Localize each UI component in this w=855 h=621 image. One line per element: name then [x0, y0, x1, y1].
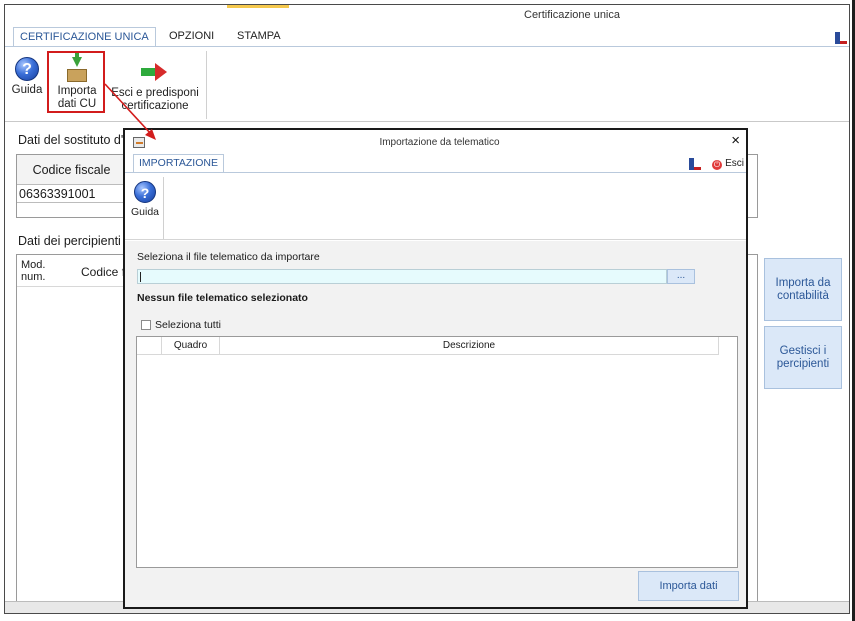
dialog-ribbon-separator [163, 177, 164, 239]
no-file-message: Nessun file telematico selezionato [137, 292, 308, 304]
dialog-guida-label: Guida [130, 206, 160, 218]
importa-contabilita-label-1: Importa da [775, 276, 831, 289]
grid-row-divider [17, 286, 127, 287]
esci-label-2: certificazione [121, 100, 189, 112]
help-icon: ? [15, 57, 39, 81]
importa-contabilita-label-2: contabilità [777, 289, 829, 302]
importa-da-contabilita-button[interactable]: Importa da contabilità [764, 258, 842, 321]
importa-highlight-box [47, 51, 105, 113]
dialog-guida-button[interactable]: ? Guida [129, 181, 161, 219]
importa-dati-button[interactable]: Importa dati [638, 571, 739, 601]
esci-label: Esci [725, 158, 744, 169]
close-icon[interactable]: × [731, 133, 740, 149]
text-caret [140, 272, 141, 282]
exit-arrow-icon [141, 63, 169, 81]
select-all-checkbox[interactable]: Seleziona tutti [141, 319, 221, 331]
main-ribbon: ? Guida Importa dati CU Esci e predispon… [5, 46, 849, 122]
codice-fiscale-value[interactable]: 06363391001 [17, 186, 127, 203]
import-dialog: Importazione da telematico × IMPORTAZION… [123, 128, 748, 609]
tab-certificazione-unica[interactable]: CERTIFICAZIONE UNICA [13, 27, 156, 47]
gestisci-label-2: percipienti [776, 357, 830, 370]
dialog-body: Seleziona il file telematico da importar… [125, 241, 746, 607]
mod-num-header: Mod. num. [21, 259, 46, 283]
file-path-input[interactable] [137, 269, 667, 284]
codice-fiscale-header: Codice fiscale [17, 155, 127, 185]
esci-icon: ⏻ [712, 160, 723, 170]
select-all-label: Seleziona tutti [155, 319, 221, 331]
guida-button[interactable]: ? Guida [9, 57, 45, 97]
main-titlebar: Certificazione unica [5, 5, 849, 25]
tab-stampa[interactable]: STAMPA [231, 27, 287, 47]
main-window-title: Certificazione unica [524, 9, 620, 21]
file-select-label: Seleziona il file telematico da importar… [137, 251, 320, 263]
tab-opzioni[interactable]: OPZIONI [163, 27, 220, 47]
gestisci-percipienti-button[interactable]: Gestisci i percipienti [764, 326, 842, 389]
main-ribbon-tabs: CERTIFICAZIONE UNICA OPZIONI STAMPA [5, 27, 849, 47]
quadri-table: Quadro Descrizione [136, 336, 738, 568]
dialog-ribbon: ? Guida [125, 172, 746, 240]
help-icon: ? [134, 181, 156, 203]
col-descrizione[interactable]: Descrizione [220, 337, 719, 355]
percipienti-label: Dati dei percipienti [18, 234, 121, 248]
codice-header: Codice f [81, 265, 126, 279]
guida-label: Guida [11, 84, 43, 96]
dialog-tabs: IMPORTAZIONE ⏻ Esci [125, 154, 746, 173]
esci-predisponi-button[interactable]: Esci e predisponi certificazione [107, 59, 203, 113]
esci-button[interactable]: ⏻ Esci [712, 158, 744, 170]
flag-icon[interactable] [835, 32, 847, 44]
browse-button[interactable]: ... [667, 269, 695, 284]
esci-label-1: Esci e predisponi [111, 87, 199, 99]
sostituto-label: Dati del sostituto d' [18, 133, 124, 147]
dialog-title: Importazione da telematico [379, 137, 500, 148]
flag-icon[interactable] [689, 158, 701, 170]
col-quadro[interactable]: Quadro [162, 337, 220, 355]
ribbon-separator [206, 51, 207, 119]
row-selector-column [137, 337, 162, 355]
dialog-titlebar: Importazione da telematico × [125, 130, 746, 154]
quadri-table-header: Quadro Descrizione [137, 337, 719, 355]
tab-importazione[interactable]: IMPORTAZIONE [133, 154, 224, 173]
gestisci-label-1: Gestisci i [779, 344, 827, 357]
checkbox-box[interactable] [141, 320, 151, 330]
